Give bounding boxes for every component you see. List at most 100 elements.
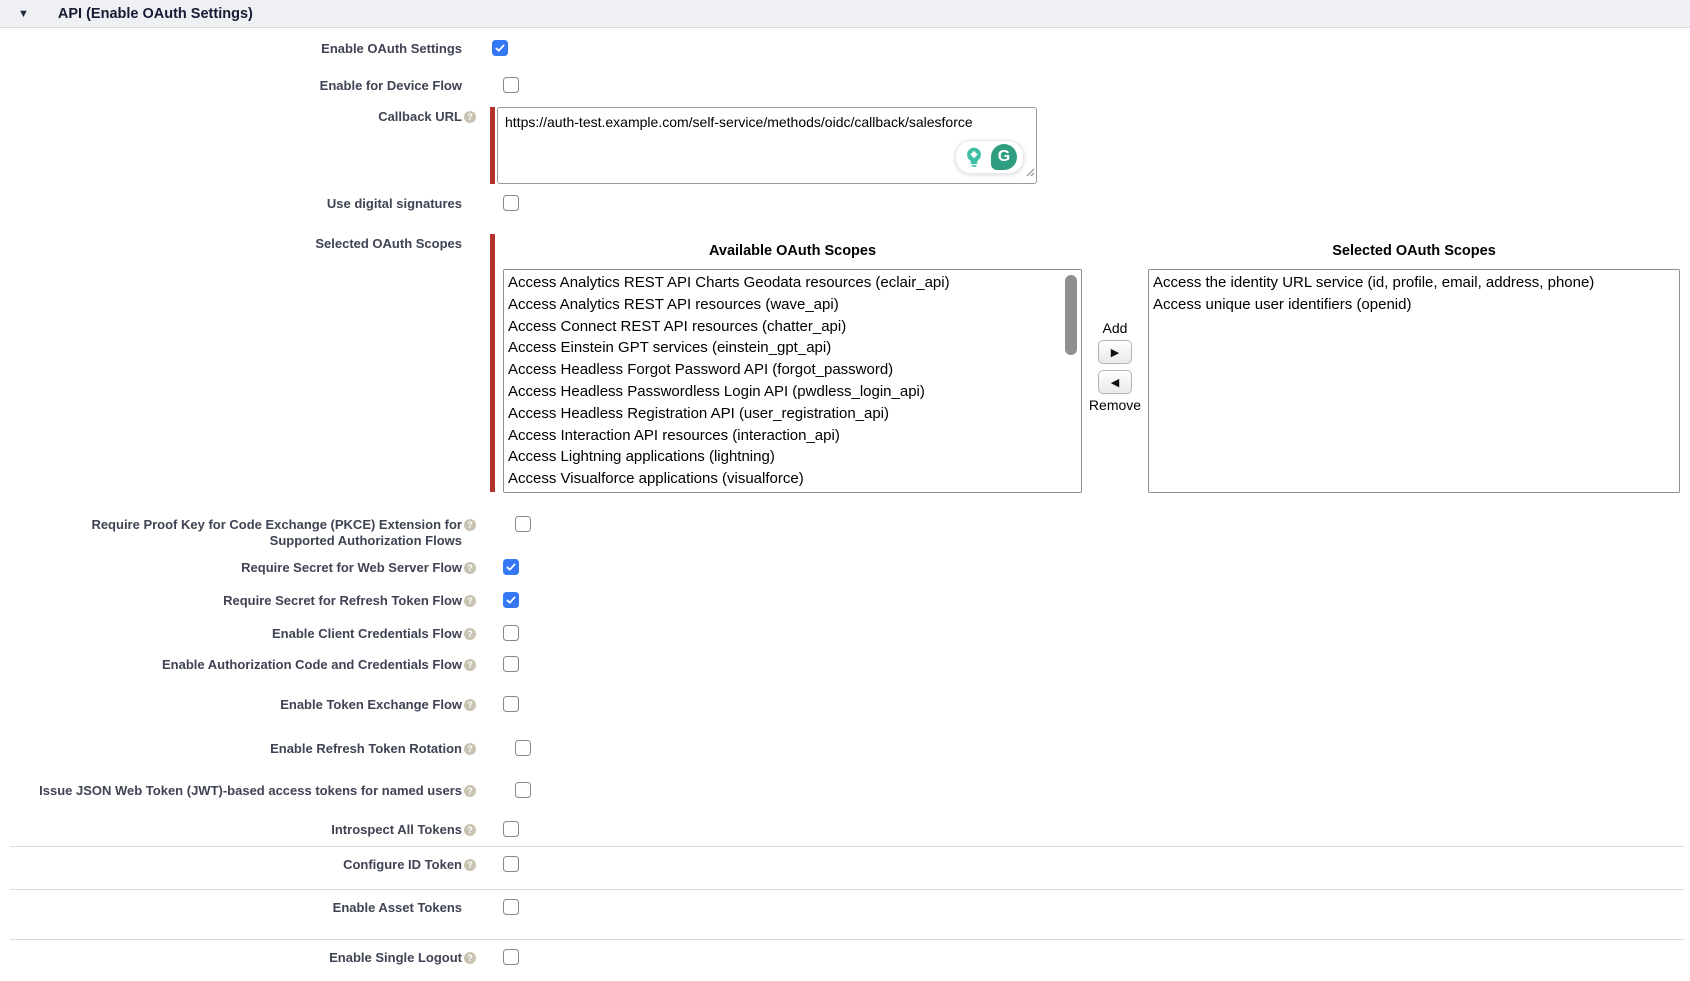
section-title: API (Enable OAuth Settings)	[58, 6, 253, 22]
field-label-text: Enable Client Credentials Flow	[272, 626, 462, 641]
help-icon[interactable]: ?	[464, 595, 476, 607]
enable-client-credentials-flow-label: Enable Client Credentials Flow?	[0, 624, 476, 642]
enable-authorization-code-credentials-flow-checkbox[interactable]	[503, 656, 519, 672]
configure-id-token-checkbox[interactable]	[503, 856, 519, 872]
enable-client-credentials-flow-checkbox[interactable]	[503, 625, 519, 641]
help-icon[interactable]: ?	[464, 743, 476, 755]
list-item[interactable]: Access unique user identifiers (openid)	[1149, 294, 1679, 316]
list-item[interactable]: Access Interaction API resources (intera…	[504, 425, 1081, 447]
collapse-triangle-icon[interactable]: ▼	[18, 8, 29, 20]
remove-label: Remove	[1089, 397, 1141, 414]
callback-url-textarea[interactable]: https://auth-test.example.com/self-servi…	[497, 107, 1037, 184]
help-icon[interactable]: ?	[464, 859, 476, 871]
selected-scopes-column: Selected OAuth Scopes Access the identity…	[1148, 234, 1680, 493]
require-secret-refresh-token-flow-label: Require Secret for Refresh Token Flow?	[0, 591, 476, 609]
require-secret-web-server-flow-label: Require Secret for Web Server Flow?	[0, 558, 476, 576]
help-icon[interactable]: ?	[464, 111, 476, 123]
help-icon[interactable]: ?	[464, 659, 476, 671]
configure-id-token-label: Configure ID Token?	[0, 855, 476, 873]
help-icon[interactable]: ?	[464, 628, 476, 640]
available-scopes-column: Available OAuth Scopes Access Analytics R…	[503, 234, 1082, 493]
remove-button[interactable]: ◀	[1098, 370, 1132, 394]
require-pkce-label: Require Proof Key for Code Exchange (PKC…	[0, 515, 476, 549]
field-label-text: Enable Asset Tokens	[333, 900, 462, 915]
left-arrow-icon: ◀	[1111, 376, 1119, 389]
enable-single-logout-checkbox[interactable]	[503, 949, 519, 965]
introspect-all-tokens-label: Introspect All Tokens?	[0, 820, 476, 838]
resize-handle-icon[interactable]	[1023, 164, 1035, 182]
help-icon[interactable]: ?	[464, 519, 476, 531]
field-label-text: Issue JSON Web Token (JWT)-based access …	[39, 783, 462, 798]
section-divider	[10, 939, 1684, 940]
field-label-text: Use digital signatures	[327, 196, 462, 211]
selected-scopes-header: Selected OAuth Scopes	[1148, 234, 1680, 260]
enable-token-exchange-flow-label: Enable Token Exchange Flow?	[0, 695, 476, 713]
browser-extension-pill: G	[955, 140, 1024, 174]
selected-oauth-scopes-label: Selected OAuth Scopes?	[0, 234, 476, 252]
grammarly-icon[interactable]: G	[991, 144, 1017, 170]
scrollbar-thumb[interactable]	[1065, 275, 1077, 355]
enable-asset-tokens-checkbox[interactable]	[503, 899, 519, 915]
require-secret-web-server-flow-checkbox[interactable]	[503, 559, 519, 575]
required-field-bar	[490, 107, 495, 184]
field-label-text: Require Secret for Refresh Token Flow	[223, 593, 462, 608]
issue-jwt-access-tokens-label: Issue JSON Web Token (JWT)-based access …	[0, 781, 476, 799]
enable-for-device-flow-label: Enable for Device Flow?	[0, 76, 476, 94]
required-field-bar	[490, 234, 495, 492]
enable-for-device-flow-checkbox[interactable]	[503, 77, 519, 93]
field-label-text: Enable for Device Flow	[320, 78, 462, 93]
help-icon[interactable]: ?	[464, 699, 476, 711]
enable-oauth-settings-checkbox[interactable]	[492, 40, 508, 56]
list-item[interactable]: Access Visualforce applications (visualf…	[504, 468, 1081, 490]
field-label-text: Supported Authorization Flows	[270, 533, 462, 548]
list-item[interactable]: Access Einstein GPT services (einstein_g…	[504, 337, 1081, 359]
require-pkce-checkbox[interactable]	[515, 516, 531, 532]
right-arrow-icon: ▶	[1111, 346, 1119, 359]
help-icon[interactable]: ?	[464, 824, 476, 836]
callback-url-value: https://auth-test.example.com/self-servi…	[498, 108, 1036, 136]
available-scopes-header: Available OAuth Scopes	[503, 234, 1082, 260]
enable-refresh-token-rotation-label: Enable Refresh Token Rotation?	[0, 739, 476, 757]
enable-authorization-code-credentials-flow-label: Enable Authorization Code and Credential…	[0, 655, 476, 673]
section-header: ▼ API (Enable OAuth Settings)	[0, 0, 1690, 28]
callback-url-label: Callback URL?	[0, 107, 476, 125]
field-label-text: Configure ID Token	[343, 857, 462, 872]
field-label-text: Callback URL	[378, 109, 462, 124]
selected-oauth-scopes-list[interactable]: Access the identity URL service (id, pro…	[1148, 269, 1680, 493]
add-remove-controls: Add ▶ ◀ Remove	[1082, 234, 1148, 414]
field-label-text: Enable Authorization Code and Credential…	[162, 657, 462, 672]
issue-jwt-access-tokens-checkbox[interactable]	[515, 782, 531, 798]
enable-asset-tokens-label: Enable Asset Tokens?	[0, 898, 476, 916]
use-digital-signatures-checkbox[interactable]	[503, 195, 519, 211]
list-item[interactable]: Access Analytics REST API Charts Geodata…	[504, 272, 1081, 294]
field-label-text: Enable Token Exchange Flow	[280, 697, 462, 712]
list-item[interactable]: Access Headless Passwordless Login API (…	[504, 381, 1081, 403]
oauth-settings-form: Enable OAuth Settings? Enable for Device …	[0, 28, 1690, 966]
list-item[interactable]: Access Lightning applications (lightning…	[504, 446, 1081, 468]
field-label-text: Selected OAuth Scopes	[315, 236, 462, 251]
help-icon[interactable]: ?	[464, 785, 476, 797]
help-icon[interactable]: ?	[464, 952, 476, 964]
field-label-text: Enable Single Logout	[329, 950, 462, 965]
add-label: Add	[1103, 320, 1128, 337]
field-label-text: Enable Refresh Token Rotation	[270, 741, 462, 756]
field-label-text: Introspect All Tokens	[331, 822, 462, 837]
list-item[interactable]: Access Connect REST API resources (chatt…	[504, 316, 1081, 338]
field-label-text: Require Proof Key for Code Exchange (PKC…	[91, 517, 462, 532]
enable-single-logout-label: Enable Single Logout?	[0, 948, 476, 966]
section-divider	[10, 889, 1684, 890]
enable-token-exchange-flow-checkbox[interactable]	[503, 696, 519, 712]
list-item[interactable]: Access Analytics REST API resources (wav…	[504, 294, 1081, 316]
add-button[interactable]: ▶	[1098, 340, 1132, 364]
enable-refresh-token-rotation-checkbox[interactable]	[515, 740, 531, 756]
help-icon[interactable]: ?	[464, 562, 476, 574]
list-item[interactable]: Access Headless Forgot Password API (for…	[504, 359, 1081, 381]
list-item[interactable]: Access Headless Registration API (user_r…	[504, 403, 1081, 425]
introspect-all-tokens-checkbox[interactable]	[503, 821, 519, 837]
list-item[interactable]: Access the identity URL service (id, pro…	[1149, 272, 1679, 294]
available-oauth-scopes-list[interactable]: Access Analytics REST API Charts Geodata…	[503, 269, 1082, 493]
lightbulb-icon[interactable]	[962, 145, 986, 169]
enable-oauth-settings-label: Enable OAuth Settings?	[0, 39, 476, 57]
field-label-text: Enable OAuth Settings	[321, 41, 462, 56]
require-secret-refresh-token-flow-checkbox[interactable]	[503, 592, 519, 608]
